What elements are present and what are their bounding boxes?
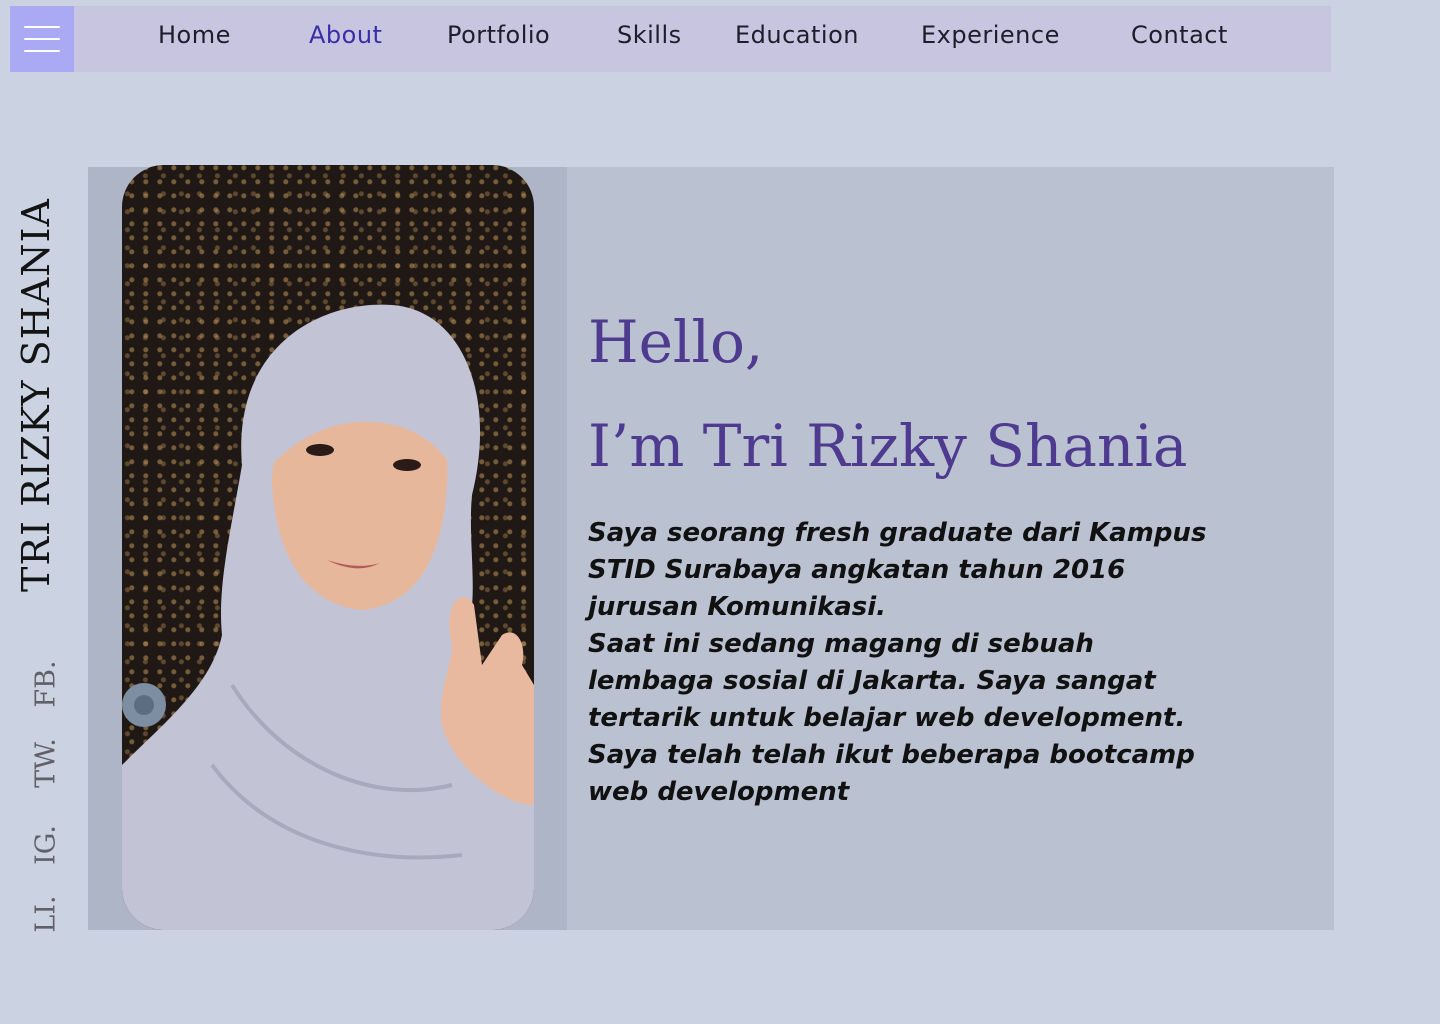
nav-link-skills[interactable]: Skills: [617, 6, 682, 72]
greeting-line-hello: Hello,: [588, 308, 764, 376]
hamburger-icon-bar: [24, 38, 60, 40]
social-link-linkedin[interactable]: LI.: [31, 895, 62, 932]
greeting-line-name: I’m Tri Rizky Shania: [588, 412, 1188, 480]
bio-paragraph: Saya seorang fresh graduate dari Kampus …: [588, 518, 1207, 622]
nav-link-home[interactable]: Home: [158, 6, 231, 72]
profile-photo: [122, 165, 534, 930]
hamburger-icon-bar: [24, 26, 60, 28]
bio-text: Saya seorang fresh graduate dari Kampus …: [588, 515, 1228, 811]
nav-link-experience[interactable]: Experience: [921, 6, 1060, 72]
hamburger-icon-bar: [24, 50, 60, 52]
nav-link-portfolio[interactable]: Portfolio: [447, 6, 550, 72]
bio-paragraph: Saya telah telah ikut beberapa bootcamp …: [588, 740, 1195, 807]
side-vertical-name: TRI RIZKY SHANIA: [14, 198, 58, 592]
social-link-instagram[interactable]: IG.: [31, 825, 62, 865]
nav-link-about[interactable]: About: [309, 6, 382, 72]
top-navbar: Home About Portfolio Skills Education Ex…: [10, 6, 1331, 72]
profile-photo-illustration: [122, 304, 534, 930]
photo-panel: [88, 165, 567, 930]
social-link-facebook[interactable]: FB.: [31, 660, 62, 707]
nav-link-contact[interactable]: Contact: [1131, 6, 1228, 72]
nav-link-education[interactable]: Education: [735, 6, 859, 72]
hamburger-menu-button[interactable]: [10, 6, 74, 72]
hero-greeting: Hello, I’m Tri Rizky Shania: [588, 290, 1187, 498]
social-link-twitter[interactable]: TW.: [31, 738, 62, 788]
bio-paragraph: Saat ini sedang magang di sebuah lembaga…: [588, 629, 1186, 733]
